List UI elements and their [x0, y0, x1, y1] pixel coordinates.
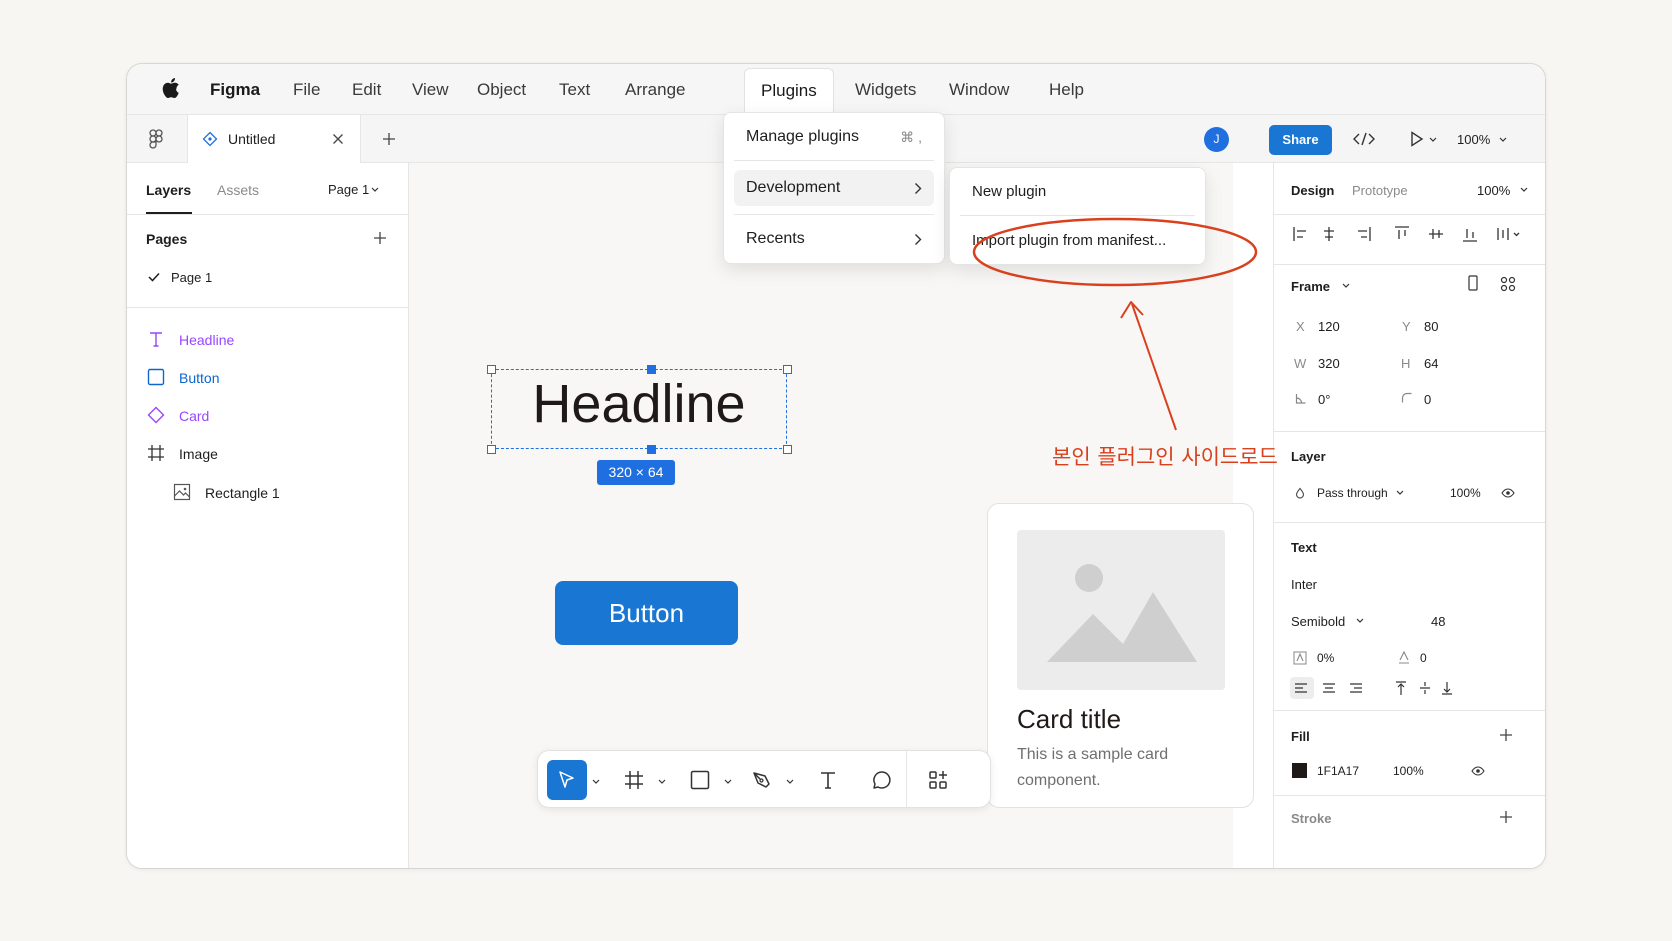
- highlight-ellipse: [972, 217, 1258, 287]
- annotation-arrow-head: [1120, 301, 1144, 319]
- annotation-arrow: [1131, 303, 1177, 431]
- annotation-label: 본인 플러그인 사이드로드: [1052, 445, 1278, 469]
- annotation-overlay: [972, 217, 1258, 431]
